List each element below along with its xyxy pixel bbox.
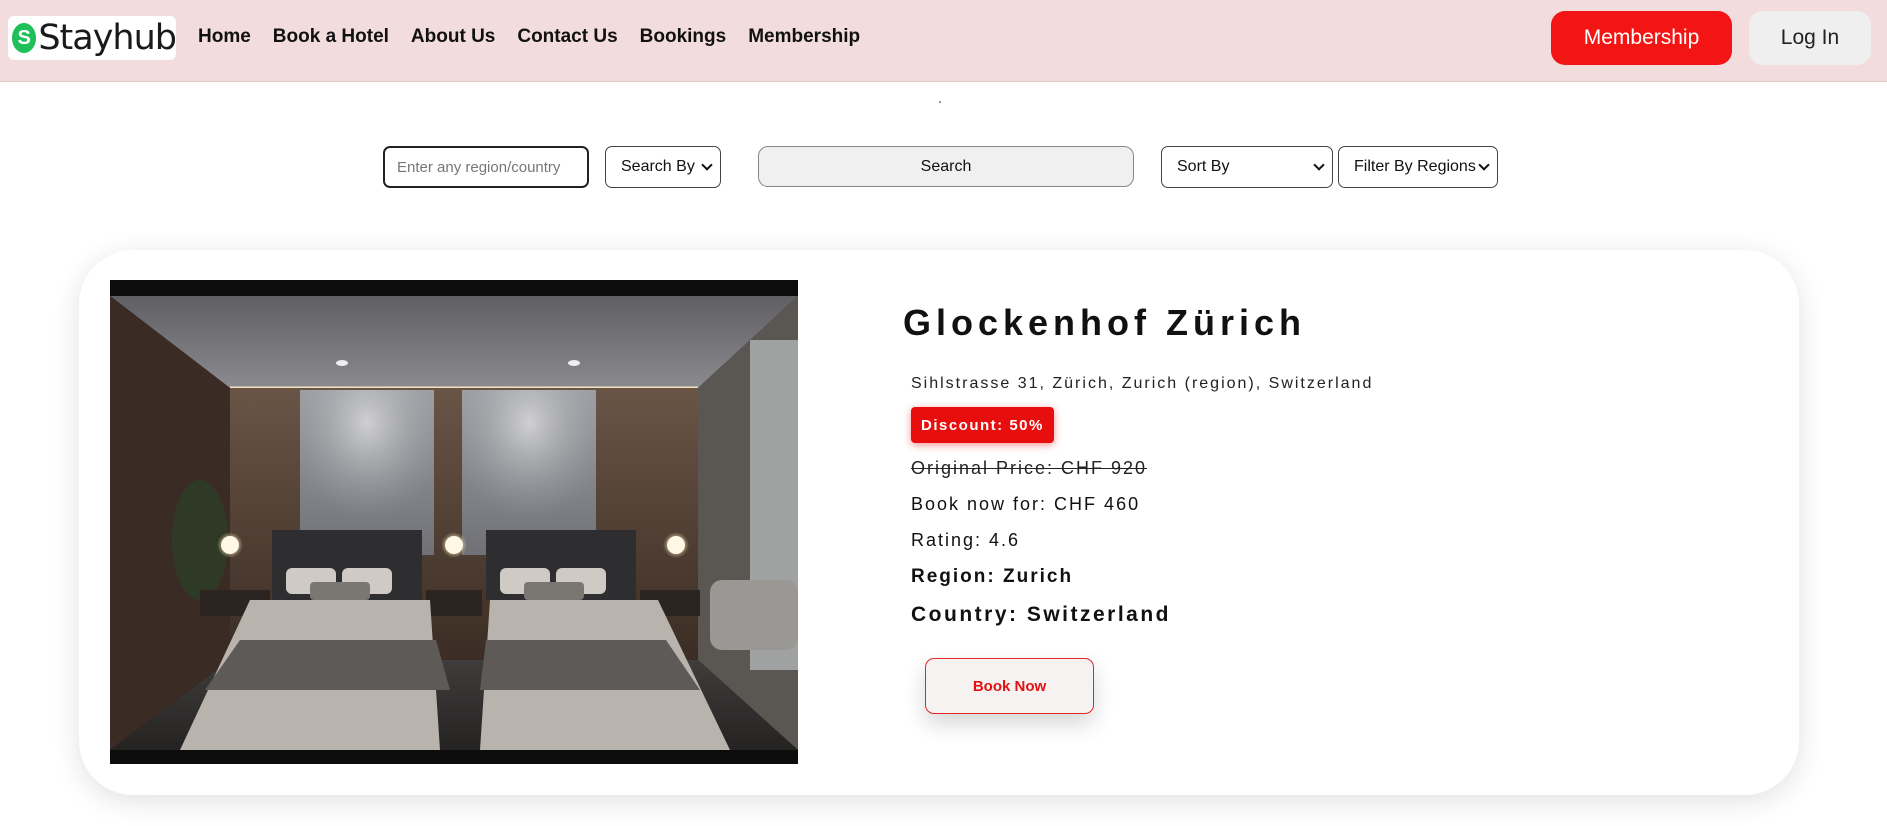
hotel-address: Sihlstrasse 31, Zürich, Zurich (region),… (911, 375, 1374, 392)
hotel-country: Country: Switzerland (911, 603, 1172, 626)
original-price: Original Price: CHF 920 (911, 458, 1148, 478)
logo-text: Stayhub (38, 18, 177, 58)
search-by-label: Search By (621, 158, 695, 175)
chevron-down-icon (1313, 159, 1325, 171)
top-navbar: S Stayhub Home Book a Hotel About Us Con… (0, 0, 1887, 82)
hotel-room-image (110, 280, 798, 764)
decorative-dot (939, 101, 941, 103)
hotel-rating: Rating: 4.6 (911, 530, 1021, 550)
nav-links: Home Book a Hotel About Us Contact Us Bo… (198, 26, 860, 48)
hotel-name: Glockenhof Zürich (903, 302, 1307, 343)
sort-by-label: Sort By (1177, 158, 1230, 175)
filter-regions-select[interactable]: Filter By Regions (1338, 146, 1498, 188)
filter-regions-label: Filter By Regions (1354, 158, 1476, 175)
hotel-region: Region: Zurich (911, 566, 1074, 587)
membership-button[interactable]: Membership (1551, 11, 1732, 65)
nav-bookings[interactable]: Bookings (640, 26, 727, 48)
stayhub-logo[interactable]: S Stayhub (8, 16, 177, 60)
sort-by-select[interactable]: Sort By (1161, 146, 1333, 188)
discount-badge: Discount: 50% (911, 407, 1054, 443)
discounted-price: Book now for: CHF 460 (911, 494, 1141, 514)
nav-book-a-hotel[interactable]: Book a Hotel (273, 26, 389, 48)
nav-home[interactable]: Home (198, 26, 251, 48)
logo-s-icon: S (12, 23, 37, 53)
nav-membership[interactable]: Membership (748, 26, 860, 48)
book-now-button[interactable]: Book Now (925, 658, 1094, 714)
nav-contact-us[interactable]: Contact Us (517, 26, 617, 48)
search-button[interactable]: Search (758, 146, 1134, 187)
chevron-down-icon (701, 159, 713, 171)
nav-about-us[interactable]: About Us (411, 26, 495, 48)
login-button[interactable]: Log In (1749, 11, 1871, 65)
region-search-input[interactable] (383, 146, 589, 188)
search-by-select[interactable]: Search By (605, 146, 721, 188)
chevron-down-icon (1478, 159, 1490, 171)
